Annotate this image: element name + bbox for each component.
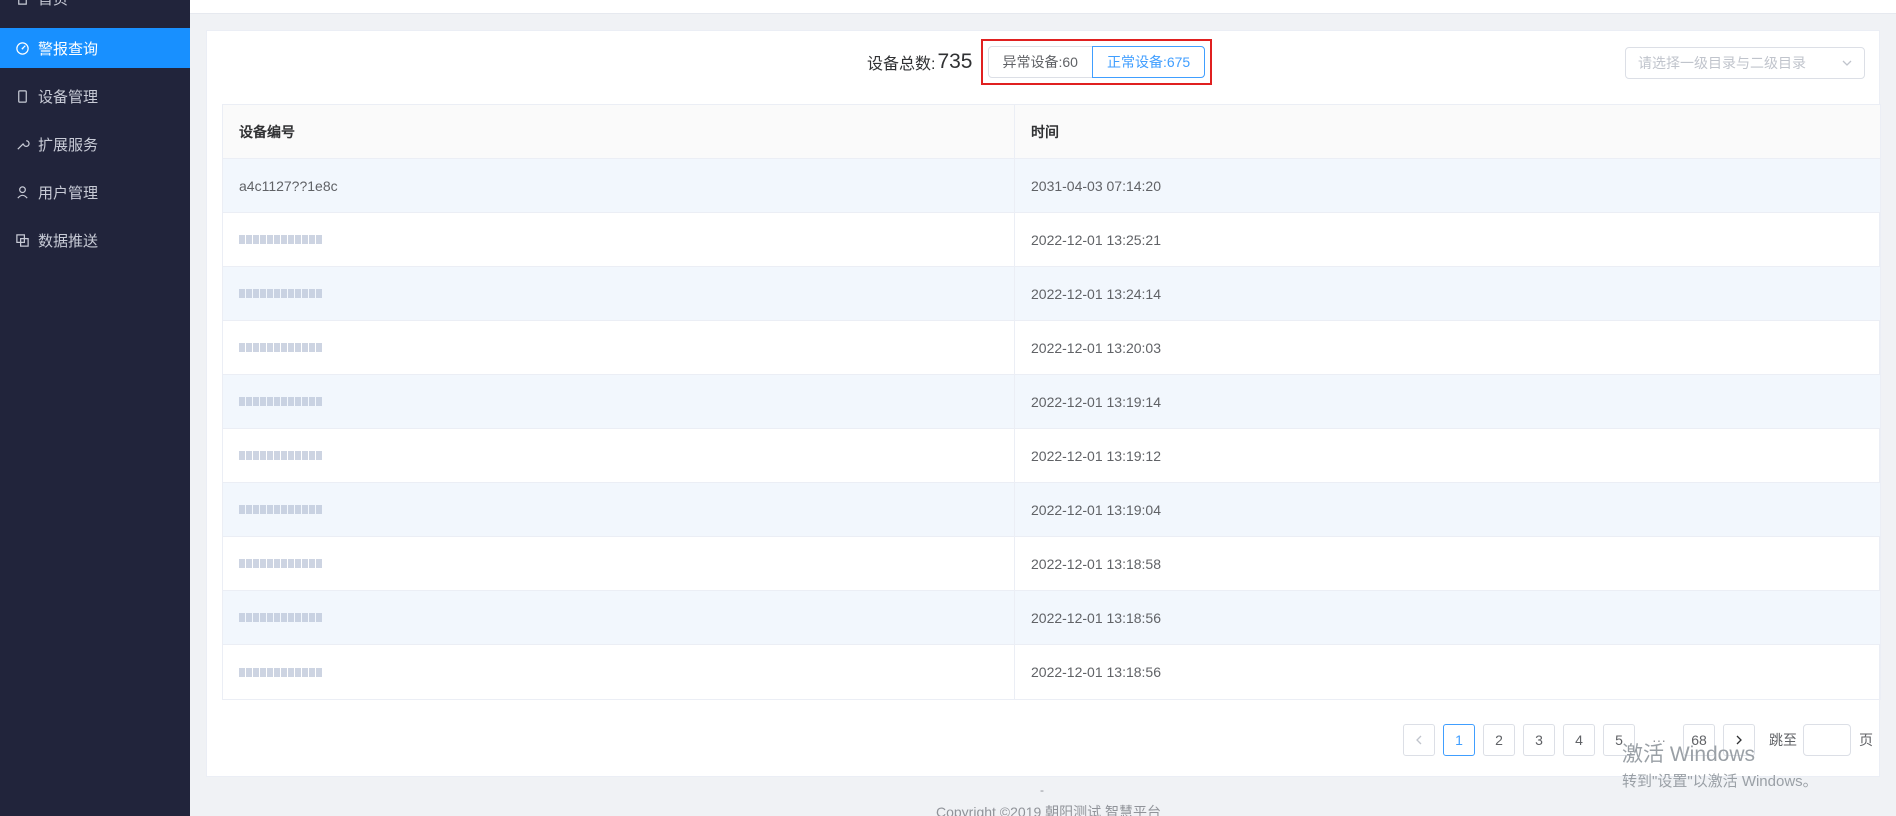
watermark-title: 激活 Windows bbox=[1622, 743, 1756, 766]
sidebar-item-label: 首页 bbox=[38, 0, 68, 9]
table-row[interactable]: a4c1127??1e8c 2031-04-03 07:14:20 bbox=[223, 159, 1880, 213]
normal-devices-button[interactable]: 正常设备:675 bbox=[1091, 46, 1206, 78]
chevron-down-icon bbox=[1840, 56, 1854, 70]
sidebar-item-device-management[interactable]: 设备管理 bbox=[0, 76, 190, 116]
device-id-cell bbox=[223, 645, 1015, 699]
table-row[interactable]: 2022-12-01 13:24:14 bbox=[223, 267, 1880, 321]
table-row[interactable]: 2022-12-01 13:19:14 bbox=[223, 375, 1880, 429]
redacted-device-id bbox=[239, 289, 322, 298]
table-row[interactable]: 2022-12-01 13:19:12 bbox=[223, 429, 1880, 483]
redacted-device-id bbox=[239, 235, 322, 244]
alarm-table: 设备编号 时间 a4c1127??1e8c 2031-04-03 07:14:2… bbox=[222, 104, 1881, 700]
table-row[interactable]: 2022-12-01 13:18:56 bbox=[223, 591, 1880, 645]
footer-copyright: Copyright ©2019 朝阳测试 智慧平台 bbox=[936, 804, 1162, 816]
footer-separator: - bbox=[1040, 783, 1044, 797]
user-icon bbox=[14, 184, 30, 200]
sidebar-item-label: 设备管理 bbox=[38, 88, 99, 106]
device-status-toggle: 异常设备:60 正常设备:675 bbox=[980, 39, 1213, 85]
sidebar-item-extension-services[interactable]: 扩展服务 bbox=[0, 124, 190, 164]
table-row[interactable]: 2022-12-01 13:19:04 bbox=[223, 483, 1880, 537]
redacted-device-id bbox=[239, 505, 322, 514]
home-icon bbox=[14, 0, 30, 6]
time-cell: 2022-12-01 13:18:56 bbox=[1031, 609, 1161, 626]
page-unit-label: 页 bbox=[1859, 732, 1873, 748]
sidebar-item-data-push[interactable]: 数据推送 bbox=[0, 220, 190, 260]
device-id-cell: a4c1127??1e8c bbox=[223, 159, 1015, 212]
device-id-cell bbox=[223, 537, 1015, 590]
wrench-icon bbox=[14, 136, 30, 152]
redacted-device-id bbox=[239, 397, 322, 406]
table-row[interactable]: 2022-12-01 13:18:56 bbox=[223, 645, 1880, 699]
cascader-placeholder: 请选择一级目录与二级目录 bbox=[1638, 55, 1806, 71]
time-cell: 2022-12-01 13:20:03 bbox=[1031, 339, 1161, 356]
sidebar-item-home[interactable]: 首页 bbox=[0, 0, 190, 18]
table-row[interactable]: 2022-12-01 13:18:58 bbox=[223, 537, 1880, 591]
time-cell: 2022-12-01 13:19:14 bbox=[1031, 393, 1161, 410]
time-cell: 2031-04-03 07:14:20 bbox=[1031, 177, 1161, 194]
page-button-3[interactable]: 3 bbox=[1523, 724, 1555, 756]
page-button-1[interactable]: 1 bbox=[1443, 724, 1475, 756]
category-cascader[interactable]: 请选择一级目录与二级目录 bbox=[1625, 47, 1865, 79]
redacted-device-id bbox=[239, 667, 322, 677]
page-button-2[interactable]: 2 bbox=[1483, 724, 1515, 756]
device-id-cell bbox=[223, 483, 1015, 536]
sidebar-item-label: 数据推送 bbox=[38, 232, 99, 250]
prev-page-button[interactable] bbox=[1403, 724, 1435, 756]
device-id-cell bbox=[223, 321, 1015, 374]
redacted-device-id bbox=[239, 343, 322, 352]
mobile-icon bbox=[14, 88, 30, 104]
device-summary: 设备总数: 735 异常设备:60 正常设备:675 bbox=[867, 39, 1213, 85]
main-panel: 设备总数: 735 异常设备:60 正常设备:675 请选择一级目录与二级目录 … bbox=[206, 30, 1881, 777]
table-header-row: 设备编号 时间 bbox=[223, 105, 1880, 159]
column-header-device-id: 设备编号 bbox=[223, 105, 1015, 158]
device-id-cell bbox=[223, 429, 1015, 482]
device-id-cell bbox=[223, 267, 1015, 320]
time-cell: 2022-12-01 13:18:56 bbox=[1031, 664, 1161, 680]
redacted-device-id bbox=[239, 559, 322, 568]
device-id-cell bbox=[223, 213, 1015, 266]
copy-icon bbox=[14, 232, 30, 248]
total-devices-label: 设备总数: bbox=[867, 56, 936, 73]
table-row[interactable]: 2022-12-01 13:20:03 bbox=[223, 321, 1880, 375]
total-devices-value: 735 bbox=[937, 50, 973, 73]
table-row[interactable]: 2022-12-01 13:25:21 bbox=[223, 213, 1880, 267]
device-id-cell bbox=[223, 591, 1015, 644]
time-cell: 2022-12-01 13:18:58 bbox=[1031, 555, 1161, 572]
redacted-device-id bbox=[239, 613, 322, 622]
abnormal-devices-button[interactable]: 异常设备:60 bbox=[987, 46, 1093, 78]
time-cell: 2022-12-01 13:24:14 bbox=[1031, 285, 1161, 302]
sidebar-item-alarm-query[interactable]: 警报查询 bbox=[0, 28, 190, 68]
sidebar-item-label: 警报查询 bbox=[38, 40, 99, 58]
sidebar-item-user-management[interactable]: 用户管理 bbox=[0, 172, 190, 212]
device-id-cell bbox=[223, 375, 1015, 428]
sidebar-item-label: 扩展服务 bbox=[38, 136, 99, 154]
chevron-left-icon bbox=[1416, 735, 1422, 745]
windows-activation-watermark: 激活 Windows 转到"设置"以激活 Windows。 bbox=[1622, 738, 1818, 791]
sidebar-item-label: 用户管理 bbox=[38, 184, 99, 202]
time-cell: 2022-12-01 13:25:21 bbox=[1031, 231, 1161, 248]
header-bar bbox=[190, 0, 1896, 14]
page-button-4[interactable]: 4 bbox=[1563, 724, 1595, 756]
redacted-device-id bbox=[239, 451, 322, 460]
watermark-subtitle: 转到"设置"以激活 Windows。 bbox=[1622, 773, 1818, 790]
column-header-time: 时间 bbox=[1031, 123, 1059, 140]
sidebar: 首页 警报查询 设备管理 扩展服务 用户管理 数据推送 bbox=[0, 0, 190, 816]
time-cell: 2022-12-01 13:19:12 bbox=[1031, 447, 1161, 464]
dashboard-icon bbox=[14, 40, 30, 56]
time-cell: 2022-12-01 13:19:04 bbox=[1031, 501, 1161, 518]
